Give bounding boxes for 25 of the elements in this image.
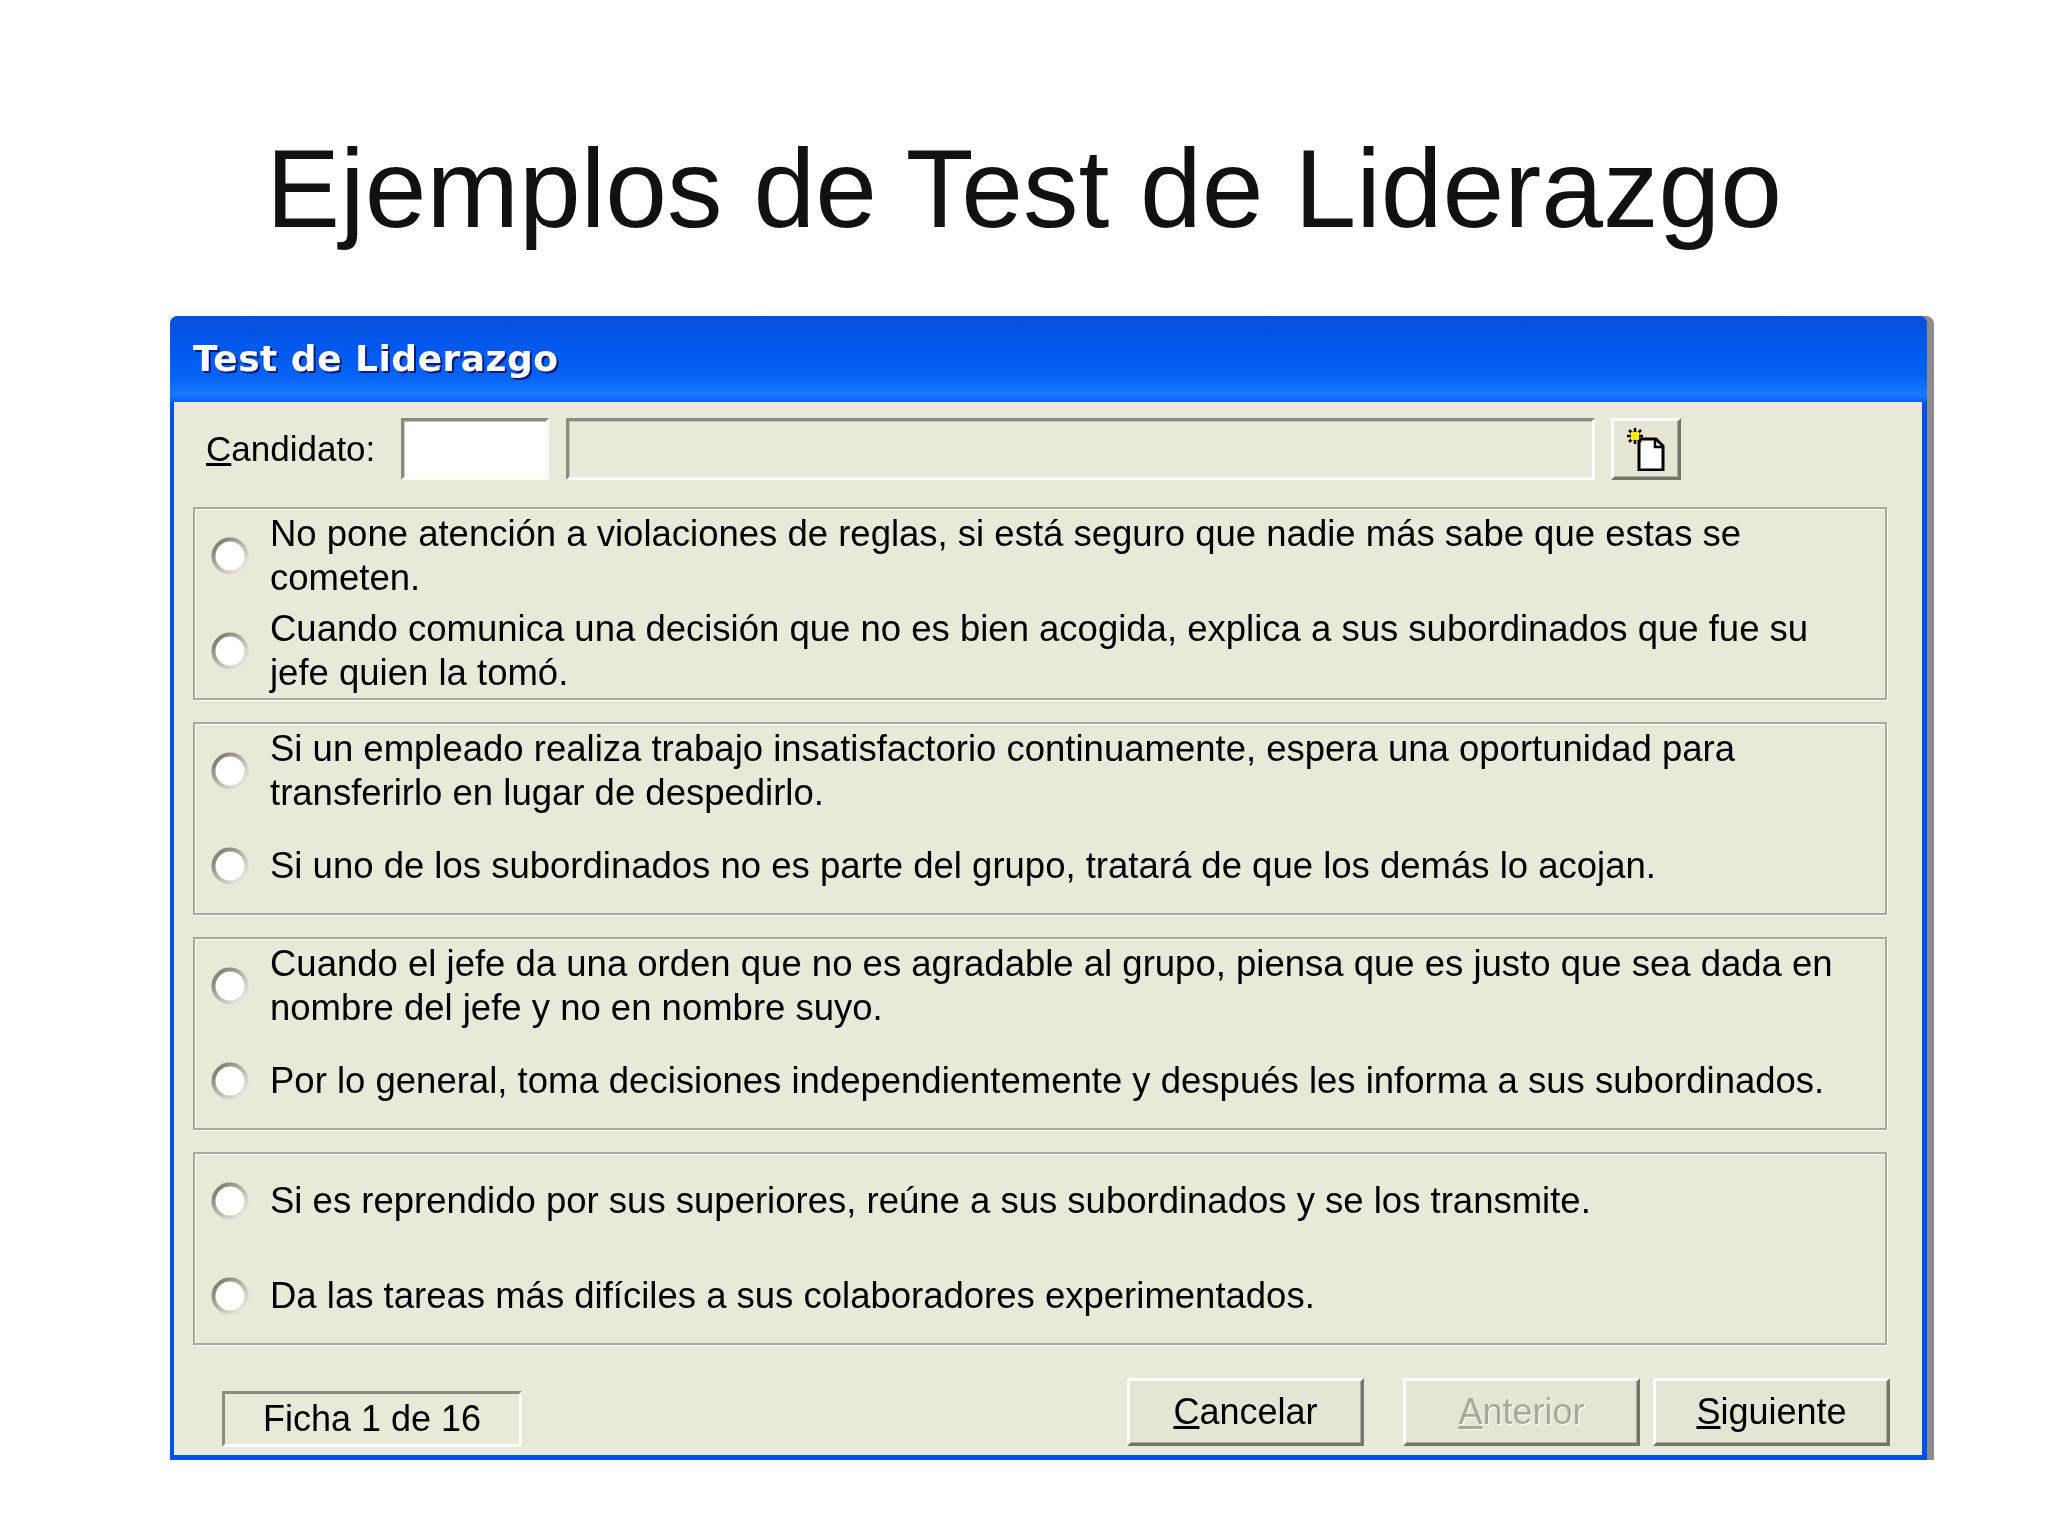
radio-button[interactable] [211,631,249,670]
option-label: Por lo general, toma decisiones independientemente y después les informa a sus subordinados. [270,1058,1825,1103]
option-label: Si uno de los subordinados no es parte del grupo, tratará de que los demás lo acojan. [270,843,1656,888]
radio-button[interactable] [211,846,249,885]
option-label: No pone atención a violaciones de reglas, si está seguro que nadie más sabe que estas se cometen. [270,512,1743,601]
new-button[interactable] [1611,418,1681,480]
dialog-button[interactable]: Siguiente [1653,1378,1890,1446]
radio-button[interactable] [211,752,249,791]
field-label: Candidato: [205,427,377,470]
radio-button[interactable] [211,1276,249,1315]
option-label: Cuando el jefe da una orden que no es agradable al grupo, piensa que es justo que sea dada en nombre del jefe y no en nombre suyo. [270,942,1834,1031]
option-label: Si un empleado realiza trabajo insatisfactorio continuamente, espera una oportunidad para transferirlo en lugar de despedirlo. [270,727,1736,816]
option-label: Da las tareas más difíciles a sus colaboradores experimentados. [270,1273,1315,1318]
option-label: Si es reprendido por sus superiores, reúne a sus subordinados y se los transmite. [270,1179,1591,1224]
slide-title: Ejemplos de Test de Liderazgo [265,126,1783,253]
radio-button[interactable] [211,967,249,1006]
radio-button[interactable] [211,1061,249,1100]
input-field[interactable] [401,418,549,480]
sparkle-document-icon [1626,427,1666,471]
window-title: Test de Liderazgo [193,337,559,381]
option-label: Cuando comunica una decisión que no es bien acogida, explica a sus subordinados que fue su jefe quien la tomó. [270,606,1810,695]
radio-button[interactable] [211,537,249,576]
radio-button[interactable] [211,1182,249,1221]
page-indicator: Ficha 1 de 16 [222,1391,522,1447]
dialog-button[interactable]: Cancelar [1127,1378,1364,1446]
